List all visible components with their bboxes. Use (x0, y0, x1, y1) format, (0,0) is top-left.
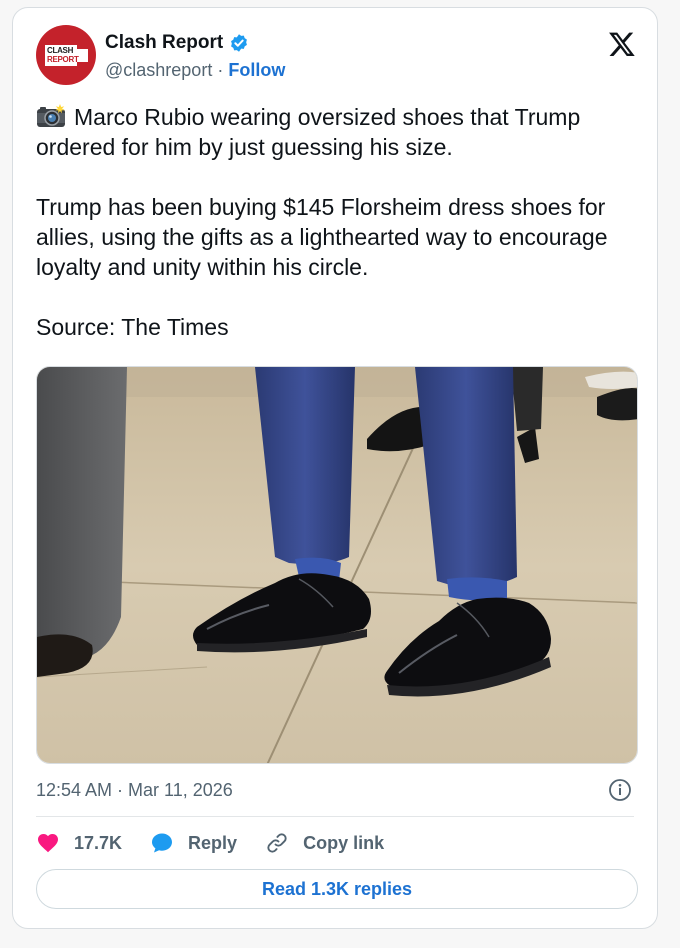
tweet-photo[interactable] (36, 366, 638, 764)
tweet-text: Marco Rubio wearing oversized shoes that… (36, 102, 646, 342)
avatar[interactable]: CLASH REPORT (36, 25, 96, 85)
read-replies-button[interactable]: Read 1.3K replies (36, 869, 638, 909)
photo-shoes-on-floor (37, 367, 637, 763)
link-icon (267, 833, 287, 853)
info-icon[interactable] (608, 778, 632, 802)
copy-link-label: Copy link (303, 832, 385, 853)
handle-separator: · (212, 60, 229, 80)
account-handle[interactable]: @clashreport (105, 60, 212, 80)
divider (36, 816, 634, 817)
tweet-timestamp[interactable]: 12:54 AM · Mar 11, 2026 (36, 780, 233, 801)
account-name-row: Clash Report (105, 32, 249, 54)
account-name[interactable]: Clash Report (105, 32, 223, 54)
like-button[interactable]: 17.7K (36, 831, 122, 855)
verified-badge-icon (231, 34, 248, 52)
avatar-logo-text-bottom: REPORT (47, 55, 79, 64)
embedded-tweet-card: CLASH REPORT Clash Report @clashreport ·… (12, 7, 658, 929)
heart-icon (38, 834, 58, 853)
like-count: 17.7K (74, 832, 123, 853)
tweet-paragraph: Source: The Times (36, 314, 229, 340)
account-handle-row: @clashreport · Follow (105, 60, 285, 81)
copy-link-button[interactable]: Copy link (265, 831, 384, 855)
camera-with-flash-icon (37, 104, 65, 127)
tweet-actions: 17.7K Reply Copy link (36, 826, 412, 860)
reply-label: Reply (188, 832, 238, 853)
tweet-paragraph: Marco Rubio wearing oversized shoes that… (36, 104, 581, 160)
speech-bubble-icon (152, 833, 173, 853)
x-logo-icon[interactable] (608, 30, 636, 58)
avatar-logo-text-top: CLASH (47, 46, 74, 55)
reply-button[interactable]: Reply (150, 831, 237, 855)
follow-link[interactable]: Follow (228, 60, 285, 80)
tweet-paragraph: Trump has been buying $145 Florsheim dre… (36, 194, 608, 280)
